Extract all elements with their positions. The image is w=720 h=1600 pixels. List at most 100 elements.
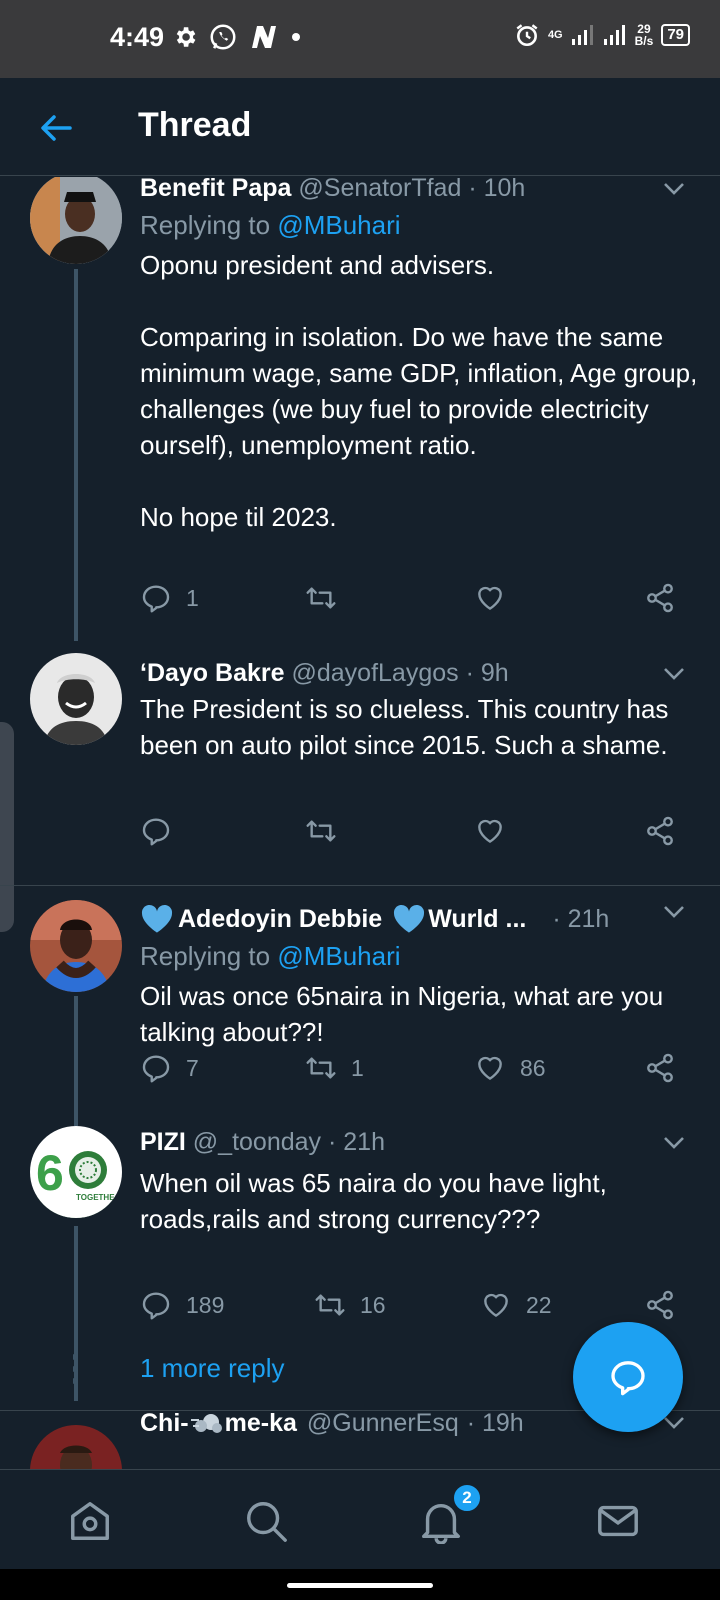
heart-icon [478,1056,502,1080]
like-button[interactable]: 86 [474,1052,546,1084]
chevron-down-icon[interactable] [662,1131,686,1155]
like-button[interactable]: 22 [480,1289,552,1321]
tweet[interactable]: Benefit Papa @SenatorTfad · 10h Replying… [0,177,720,647]
tweet-header: Chi- me-ka @GunnerEsq · 19h [140,1409,524,1438]
notification-badge: 2 [452,1483,482,1513]
share-button[interactable] [644,815,676,847]
retweet-icon [315,1294,345,1316]
svg-text:6: 6 [36,1145,64,1201]
author-name[interactable]: ‘Dayo Bakre [140,659,285,687]
retweet-icon [306,587,336,609]
n-app-icon [252,26,276,48]
avatar[interactable] [30,900,122,992]
thread-connector [74,996,78,1126]
dot-icon [292,33,300,41]
tweet-time: · 21h [328,1128,385,1156]
reply-count: 7 [186,1054,199,1081]
like-button[interactable] [474,815,520,847]
retweet-button[interactable]: 16 [314,1289,386,1321]
home-gesture-pill[interactable] [287,1583,433,1588]
author-name[interactable]: Chi- [140,1409,189,1438]
chevron-down-icon[interactable] [662,662,686,686]
compose-reply-button[interactable] [573,1322,683,1432]
mail-icon [598,1505,638,1537]
like-button[interactable] [474,582,520,614]
status-bar: 4:49 4G 29 B/s 79 [0,0,720,78]
mention-link[interactable]: @MBuhari [277,941,400,971]
tweet-time: · 9h [465,659,509,687]
signal-icon [571,25,593,45]
thread-feed[interactable]: Benefit Papa @SenatorTfad · 10h Replying… [0,177,720,1469]
tweet[interactable]: ‘Dayo Bakre @dayofLaygos · 9h The Presid… [0,647,720,862]
share-button[interactable] [644,582,676,614]
nav-home[interactable] [67,1498,113,1544]
share-icon [647,1053,673,1083]
author-name-suffix: Wurld ... [428,904,527,933]
blue-heart-icon [394,904,425,933]
heart-icon [478,819,502,843]
reply-button[interactable]: 189 [140,1289,224,1321]
author-handle: @dayofLaygos [291,659,459,687]
tweet-header: Benefit Papa @SenatorTfad · 10h [140,177,525,203]
thread-dots [73,1354,79,1390]
tweet-time: · 19h [466,1409,524,1437]
share-button[interactable] [644,1052,676,1084]
tweet[interactable]: Adedoyin Debbie Wurld ... · 21h Replying… [0,886,720,1131]
more-replies-link[interactable]: 1 more reply [140,1353,285,1384]
tweet-text: Oil was once 65naira in Nigeria, what ar… [140,981,664,1047]
tweet-text: The President is so clueless. This count… [140,694,669,760]
back-button[interactable] [36,108,76,148]
blue-heart-icon [141,904,173,933]
retweet-button[interactable] [305,582,351,614]
like-count: 22 [526,1291,552,1318]
gear-icon [176,27,196,47]
alarm-icon [516,24,538,47]
dash-symbol-icon [190,1413,222,1433]
retweet-button[interactable]: 1 [305,1052,364,1084]
tweet-header: ‘Dayo Bakre @dayofLaygos · 9h [140,659,509,688]
battery-indicator: 79 [661,24,690,46]
tweet-actions [140,815,700,855]
mention-link[interactable]: @MBuhari [277,210,400,240]
page-title: Thread [138,106,252,144]
net-speed-unit: B/s [634,34,654,48]
tweet-header: Adedoyin Debbie Wurld ... · 21h [140,904,609,934]
tweet-time: · 10h [468,177,526,202]
tweet-actions: 7 1 86 [140,1052,700,1092]
retweet-button[interactable] [305,815,351,847]
author-handle: @GunnerEsq [306,1409,459,1437]
avatar[interactable] [30,177,122,264]
avatar[interactable] [30,653,122,745]
avatar[interactable] [30,1425,122,1469]
tweet-header: PIZI @_toonday · 21h [140,1128,385,1157]
whatsapp-icon [210,24,236,50]
retweet-count: 16 [360,1291,386,1318]
retweet-icon [306,820,336,842]
status-left-icons [172,22,304,52]
author-name[interactable]: PIZI [140,1128,186,1156]
reply-count: 189 [186,1291,225,1318]
share-button[interactable] [644,1289,676,1321]
author-name[interactable]: Benefit Papa [140,177,291,202]
nav-messages[interactable] [595,1498,641,1544]
reply-button[interactable]: 7 [140,1052,199,1084]
avatar[interactable]: 6 TOGETHE [30,1126,122,1218]
chevron-down-icon[interactable] [662,900,686,924]
reply-button[interactable]: 1 [140,582,199,614]
nav-search[interactable] [243,1498,289,1544]
status-right-icons: 4G 29 B/s 79 [514,22,690,48]
net-speed: 29 B/s [635,23,654,47]
reply-button[interactable] [140,815,186,847]
heart-icon [484,1293,508,1317]
author-name-suffix: me-ka [224,1409,297,1437]
replying-to-label: Replying to [140,210,278,240]
reply-icon [142,585,170,613]
chevron-down-icon[interactable] [662,177,686,201]
replying-to: Replying to @MBuhari [140,941,401,972]
tweet-text: When oil was 65 naira do you have light,… [140,1168,607,1234]
author-name[interactable]: Adedoyin Debbie [178,905,382,934]
share-icon [647,583,673,613]
network-type: 4G [547,29,563,41]
status-time: 4:49 [110,22,165,52]
replying-to-label: Replying to [140,941,278,971]
